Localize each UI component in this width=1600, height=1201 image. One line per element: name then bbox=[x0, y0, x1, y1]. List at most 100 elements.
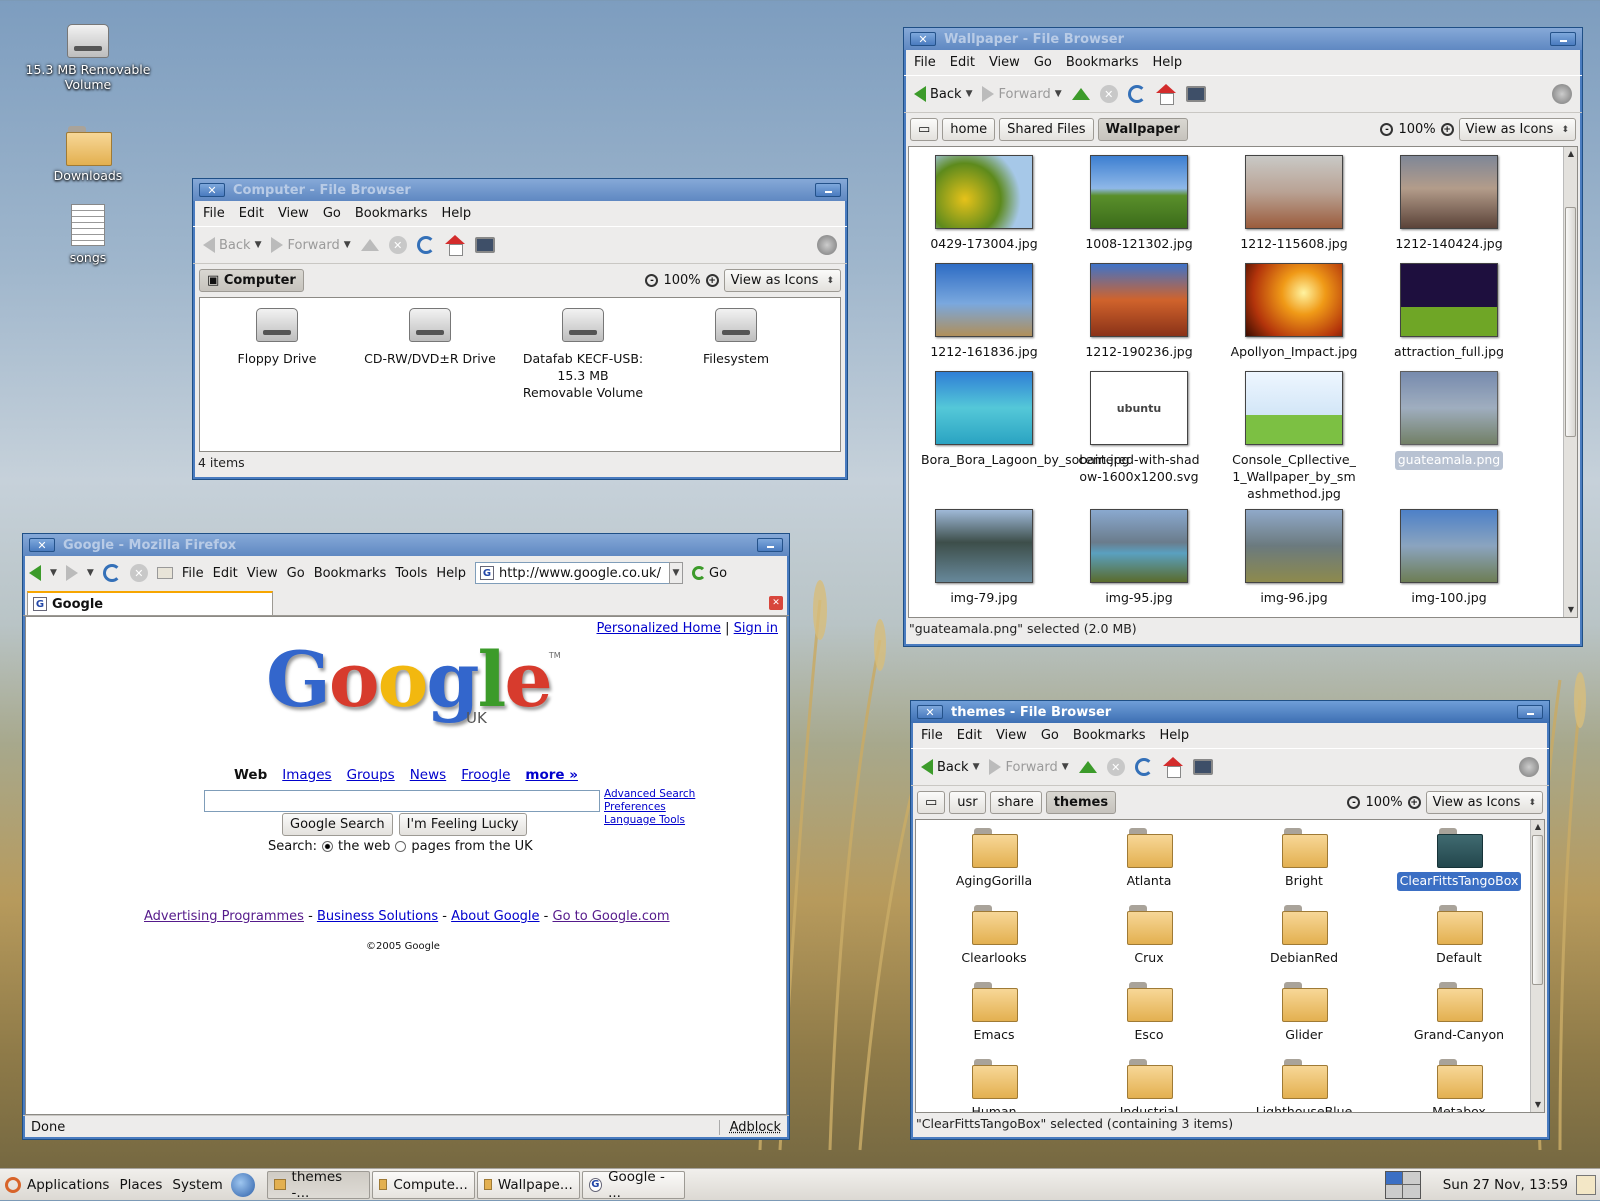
path-root-button[interactable]: ▭ bbox=[910, 118, 938, 141]
zoom-out-icon[interactable]: - bbox=[1347, 796, 1360, 809]
menu-view[interactable]: View bbox=[996, 728, 1027, 743]
path-button-shared-files[interactable]: Shared Files bbox=[999, 118, 1093, 141]
personalized-home-link[interactable]: Personalized Home bbox=[597, 621, 721, 636]
stop-icon[interactable]: ✕ bbox=[1107, 758, 1125, 776]
advertising-link[interactable]: Advertising Programmes bbox=[144, 909, 304, 924]
home-icon[interactable] bbox=[1156, 84, 1176, 104]
folder-item[interactable]: Glider bbox=[1229, 982, 1379, 1045]
back-button[interactable]: Back ▼ bbox=[921, 759, 979, 775]
folder-item-selected[interactable]: ClearFittsTangoBox bbox=[1384, 828, 1534, 891]
item-cd-drive[interactable]: CD-RW/DVD±R Drive bbox=[355, 308, 505, 369]
nav-more-link[interactable]: more » bbox=[525, 767, 578, 783]
titlebar[interactable]: ✕ themes - File Browser bbox=[911, 701, 1549, 723]
menu-bookmarks[interactable]: Bookmarks bbox=[1066, 55, 1139, 70]
sign-in-link[interactable]: Sign in bbox=[734, 621, 778, 636]
close-icon[interactable]: ✕ bbox=[917, 705, 943, 719]
feeling-lucky-button[interactable]: I'm Feeling Lucky bbox=[399, 813, 527, 836]
chevron-down-icon[interactable]: ▼ bbox=[344, 240, 351, 250]
menu-bookmarks[interactable]: Bookmarks bbox=[1073, 728, 1146, 743]
path-button-wallpaper[interactable]: Wallpaper bbox=[1098, 118, 1188, 141]
item-img-79[interactable]: img-79.jpg bbox=[909, 509, 1059, 608]
minimize-icon[interactable] bbox=[1517, 705, 1543, 719]
nav-news-link[interactable]: News bbox=[410, 767, 446, 783]
home-folder-icon[interactable] bbox=[157, 567, 173, 579]
reload-icon[interactable] bbox=[1128, 85, 1146, 103]
chevron-down-icon[interactable]: ▼ bbox=[50, 568, 57, 578]
home-icon[interactable] bbox=[1163, 757, 1183, 777]
applications-menu[interactable]: Applications bbox=[27, 1177, 109, 1193]
item-attraction[interactable]: attraction_full.jpg bbox=[1374, 263, 1524, 362]
path-button-usr[interactable]: usr bbox=[949, 791, 985, 814]
preferences-link[interactable]: Preferences bbox=[604, 801, 695, 814]
vertical-scrollbar[interactable]: ▲ ▼ bbox=[1563, 147, 1577, 617]
zoom-in-icon[interactable]: + bbox=[1441, 123, 1454, 136]
tab-google[interactable]: G Google bbox=[27, 591, 273, 615]
menu-go[interactable]: Go bbox=[1041, 728, 1059, 743]
advanced-search-link[interactable]: Advanced Search bbox=[604, 788, 695, 801]
up-arrow-icon[interactable] bbox=[1072, 88, 1090, 100]
menu-help[interactable]: Help bbox=[1159, 728, 1189, 743]
chevron-down-icon[interactable]: ▼ bbox=[966, 89, 973, 99]
computer-icon[interactable] bbox=[1186, 86, 1206, 102]
up-arrow-icon[interactable] bbox=[1079, 761, 1097, 773]
show-desktop-icon[interactable] bbox=[1576, 1175, 1596, 1195]
task-computer[interactable]: Compute... bbox=[372, 1171, 475, 1199]
item-floppy-drive[interactable]: Floppy Drive bbox=[202, 308, 352, 369]
zoom-in-icon[interactable]: + bbox=[706, 274, 719, 287]
reload-icon[interactable] bbox=[1135, 758, 1153, 776]
item-console-collective[interactable]: Console_Cpllective_1_Wallpaper_by_smashm… bbox=[1219, 371, 1369, 504]
stop-icon[interactable]: ✕ bbox=[1100, 85, 1118, 103]
close-icon[interactable]: ✕ bbox=[910, 32, 936, 46]
item-removable-volume[interactable]: Datafab KECF-USB: 15.3 MB Removable Volu… bbox=[508, 308, 658, 403]
close-tab-icon[interactable]: ✕ bbox=[769, 596, 783, 610]
path-button-themes[interactable]: themes bbox=[1046, 791, 1116, 814]
nav-groups-link[interactable]: Groups bbox=[347, 767, 395, 783]
item-centered-with-shadow[interactable]: ubuntu centered-with-shadow-1600x1200.svg bbox=[1064, 371, 1214, 487]
chevron-down-icon[interactable]: ▼ bbox=[1062, 762, 1069, 772]
item-0429[interactable]: 0429-173004.jpg bbox=[909, 155, 1059, 254]
item-apollyon[interactable]: Apollyon_Impact.jpg bbox=[1219, 263, 1369, 362]
item-1212-161836[interactable]: 1212-161836.jpg bbox=[909, 263, 1059, 362]
item-img-95[interactable]: img-95.jpg bbox=[1064, 509, 1214, 608]
desktop-icon-downloads[interactable]: Downloads bbox=[18, 126, 158, 183]
web-browser-launcher-icon[interactable] bbox=[231, 1173, 255, 1197]
go-button[interactable]: Go bbox=[692, 566, 727, 581]
task-themes[interactable]: themes -... bbox=[267, 1171, 370, 1199]
nav-froogle-link[interactable]: Froogle bbox=[461, 767, 510, 783]
menu-edit[interactable]: Edit bbox=[213, 566, 238, 581]
item-img-100[interactable]: img-100.jpg bbox=[1374, 509, 1524, 608]
menu-help[interactable]: Help bbox=[441, 206, 471, 221]
item-1212-190236[interactable]: 1212-190236.jpg bbox=[1064, 263, 1214, 362]
menu-file[interactable]: File bbox=[203, 206, 225, 221]
reload-icon[interactable] bbox=[103, 564, 121, 582]
folder-item[interactable]: DebianRed bbox=[1229, 905, 1379, 968]
menu-file[interactable]: File bbox=[921, 728, 943, 743]
stop-icon[interactable]: ✕ bbox=[389, 236, 407, 254]
menu-go[interactable]: Go bbox=[1034, 55, 1052, 70]
vertical-scrollbar[interactable]: ▲ ▼ bbox=[1530, 820, 1544, 1112]
folder-item[interactable]: Atlanta bbox=[1074, 828, 1224, 891]
titlebar[interactable]: ✕ Google - Mozilla Firefox bbox=[23, 534, 789, 556]
menu-help[interactable]: Help bbox=[1152, 55, 1182, 70]
forward-button[interactable]: Forward ▼ bbox=[989, 759, 1068, 775]
chevron-down-icon[interactable]: ▼ bbox=[1055, 89, 1062, 99]
radio-web[interactable] bbox=[322, 841, 333, 852]
menu-edit[interactable]: Edit bbox=[239, 206, 264, 221]
chevron-down-icon[interactable]: ▼ bbox=[255, 240, 262, 250]
chevron-down-icon[interactable]: ▼ bbox=[87, 568, 94, 578]
item-bora-bora[interactable]: Bora_Bora_Lagoon_by_sobain.jpg bbox=[909, 371, 1059, 470]
menu-view[interactable]: View bbox=[247, 566, 278, 581]
home-icon[interactable] bbox=[445, 235, 465, 255]
folder-item[interactable]: Crux bbox=[1074, 905, 1224, 968]
view-as-select[interactable]: View as Icons ⬍ bbox=[724, 269, 841, 292]
places-menu[interactable]: Places bbox=[119, 1177, 162, 1193]
folder-item[interactable]: Esco bbox=[1074, 982, 1224, 1045]
item-1212-140424[interactable]: 1212-140424.jpg bbox=[1374, 155, 1524, 254]
menu-edit[interactable]: Edit bbox=[957, 728, 982, 743]
back-button[interactable]: Back ▼ bbox=[914, 86, 972, 102]
business-solutions-link[interactable]: Business Solutions bbox=[317, 909, 438, 924]
scrollbar-thumb[interactable] bbox=[1532, 835, 1543, 985]
nav-images-link[interactable]: Images bbox=[282, 767, 331, 783]
stop-icon[interactable]: ✕ bbox=[130, 564, 148, 582]
scroll-down-icon[interactable]: ▼ bbox=[1531, 1098, 1545, 1112]
